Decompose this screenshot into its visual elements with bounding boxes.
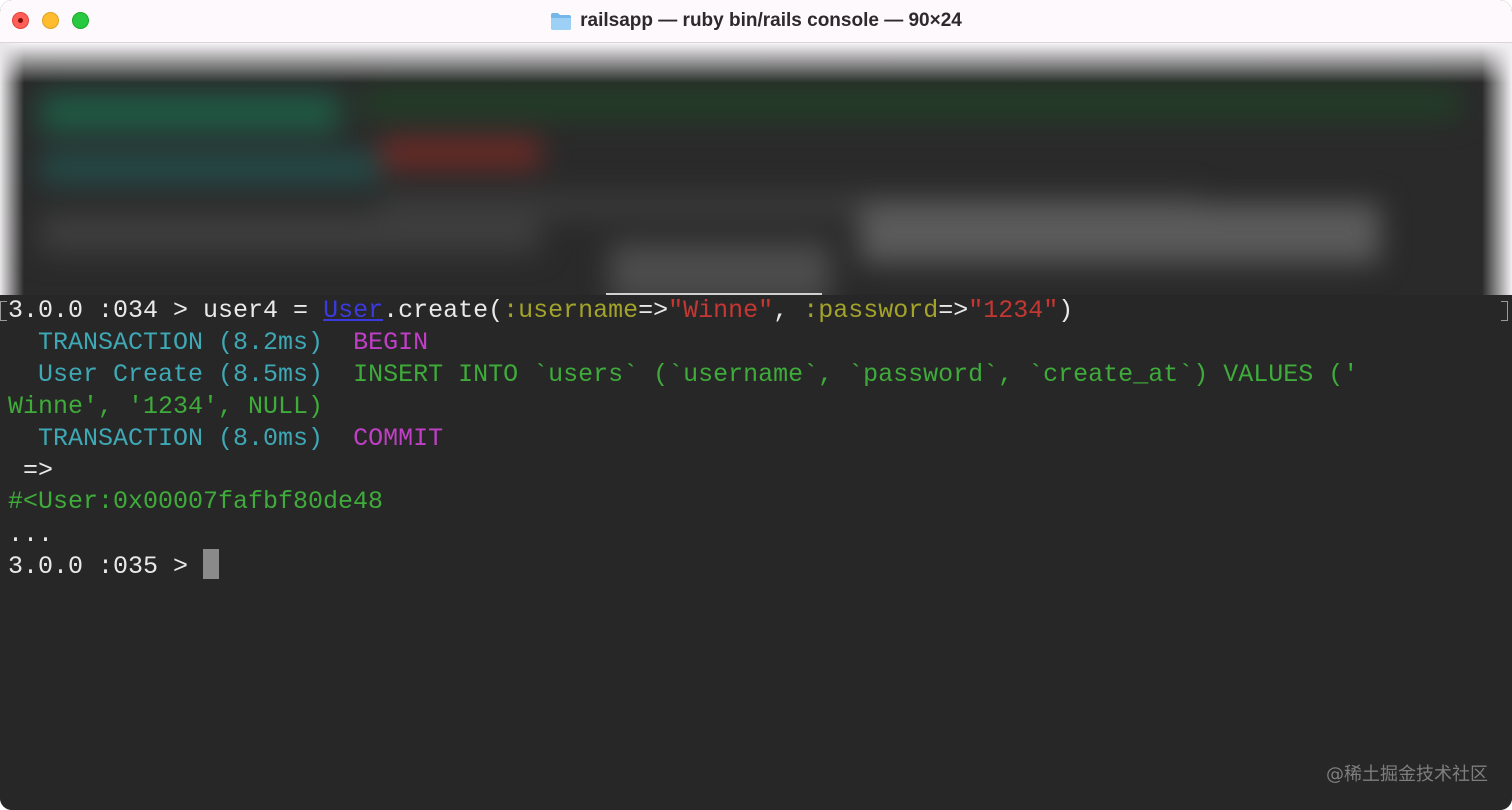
title-bar: railsapp — ruby bin/rails console — 90×2… [0,0,1512,43]
sql-statement: COMMIT [353,424,444,453]
sql-statement: BEGIN [353,328,429,357]
sql-statement: Winne', '1234', NULL) [8,392,324,421]
watermark: @稀土掘金技术社区 [1326,764,1488,785]
close-paren: ) [1058,296,1074,325]
blurred-scrollback [0,43,1512,295]
hash-arrow: => [938,296,969,325]
log-label: TRANSACTION (8.2ms) [8,328,354,357]
class-name: User [323,296,384,325]
terminal-line-8: ... [8,520,54,549]
folder-icon [551,13,572,30]
string-winne: "Winne" [668,296,774,325]
terminal-line-6: => [8,456,54,485]
sql-statement: INSERT INTO `users` (`username`, `passwo… [353,360,1359,389]
terminal-line-7: #<User:0x00007fafbf80de48 [8,487,384,516]
code-text: .create( [383,296,504,325]
symbol-password: :password [803,296,939,325]
console-prompt: 3.0.0 :035 > [8,552,204,581]
terminal-window: railsapp — ruby bin/rails console — 90×2… [0,0,1512,810]
terminal-line-5: TRANSACTION (8.0ms) COMMIT [8,423,443,455]
line-marker-right [1501,301,1508,321]
string-password: "1234" [968,296,1059,325]
line-marker-left [0,301,7,321]
terminal-line-4: Winne', '1234', NULL) [8,391,323,423]
console-prompt: 3.0.0 :034 > [8,296,204,325]
log-label: User Create (8.5ms) [8,360,354,389]
terminal-line-2: TRANSACTION (8.2ms) BEGIN [8,327,428,359]
window-title-area: railsapp — ruby bin/rails console — 90×2… [0,0,1512,42]
hash-arrow: => [638,296,669,325]
log-label: TRANSACTION (8.0ms) [8,424,354,453]
terminal-line-9: 3.0.0 :035 > [8,549,220,581]
terminal-line-3: User Create (8.5ms) INSERT INTO `users` … [8,359,1358,391]
code-text: user4 = [203,296,324,325]
window-title: railsapp — ruby bin/rails console — 90×2… [580,10,962,31]
symbol-username: :username [503,296,639,325]
terminal-line-1: 3.0.0 :034 > user4 = User.create(:userna… [8,295,1073,327]
terminal-cursor[interactable] [203,549,220,579]
comma: , [773,296,804,325]
